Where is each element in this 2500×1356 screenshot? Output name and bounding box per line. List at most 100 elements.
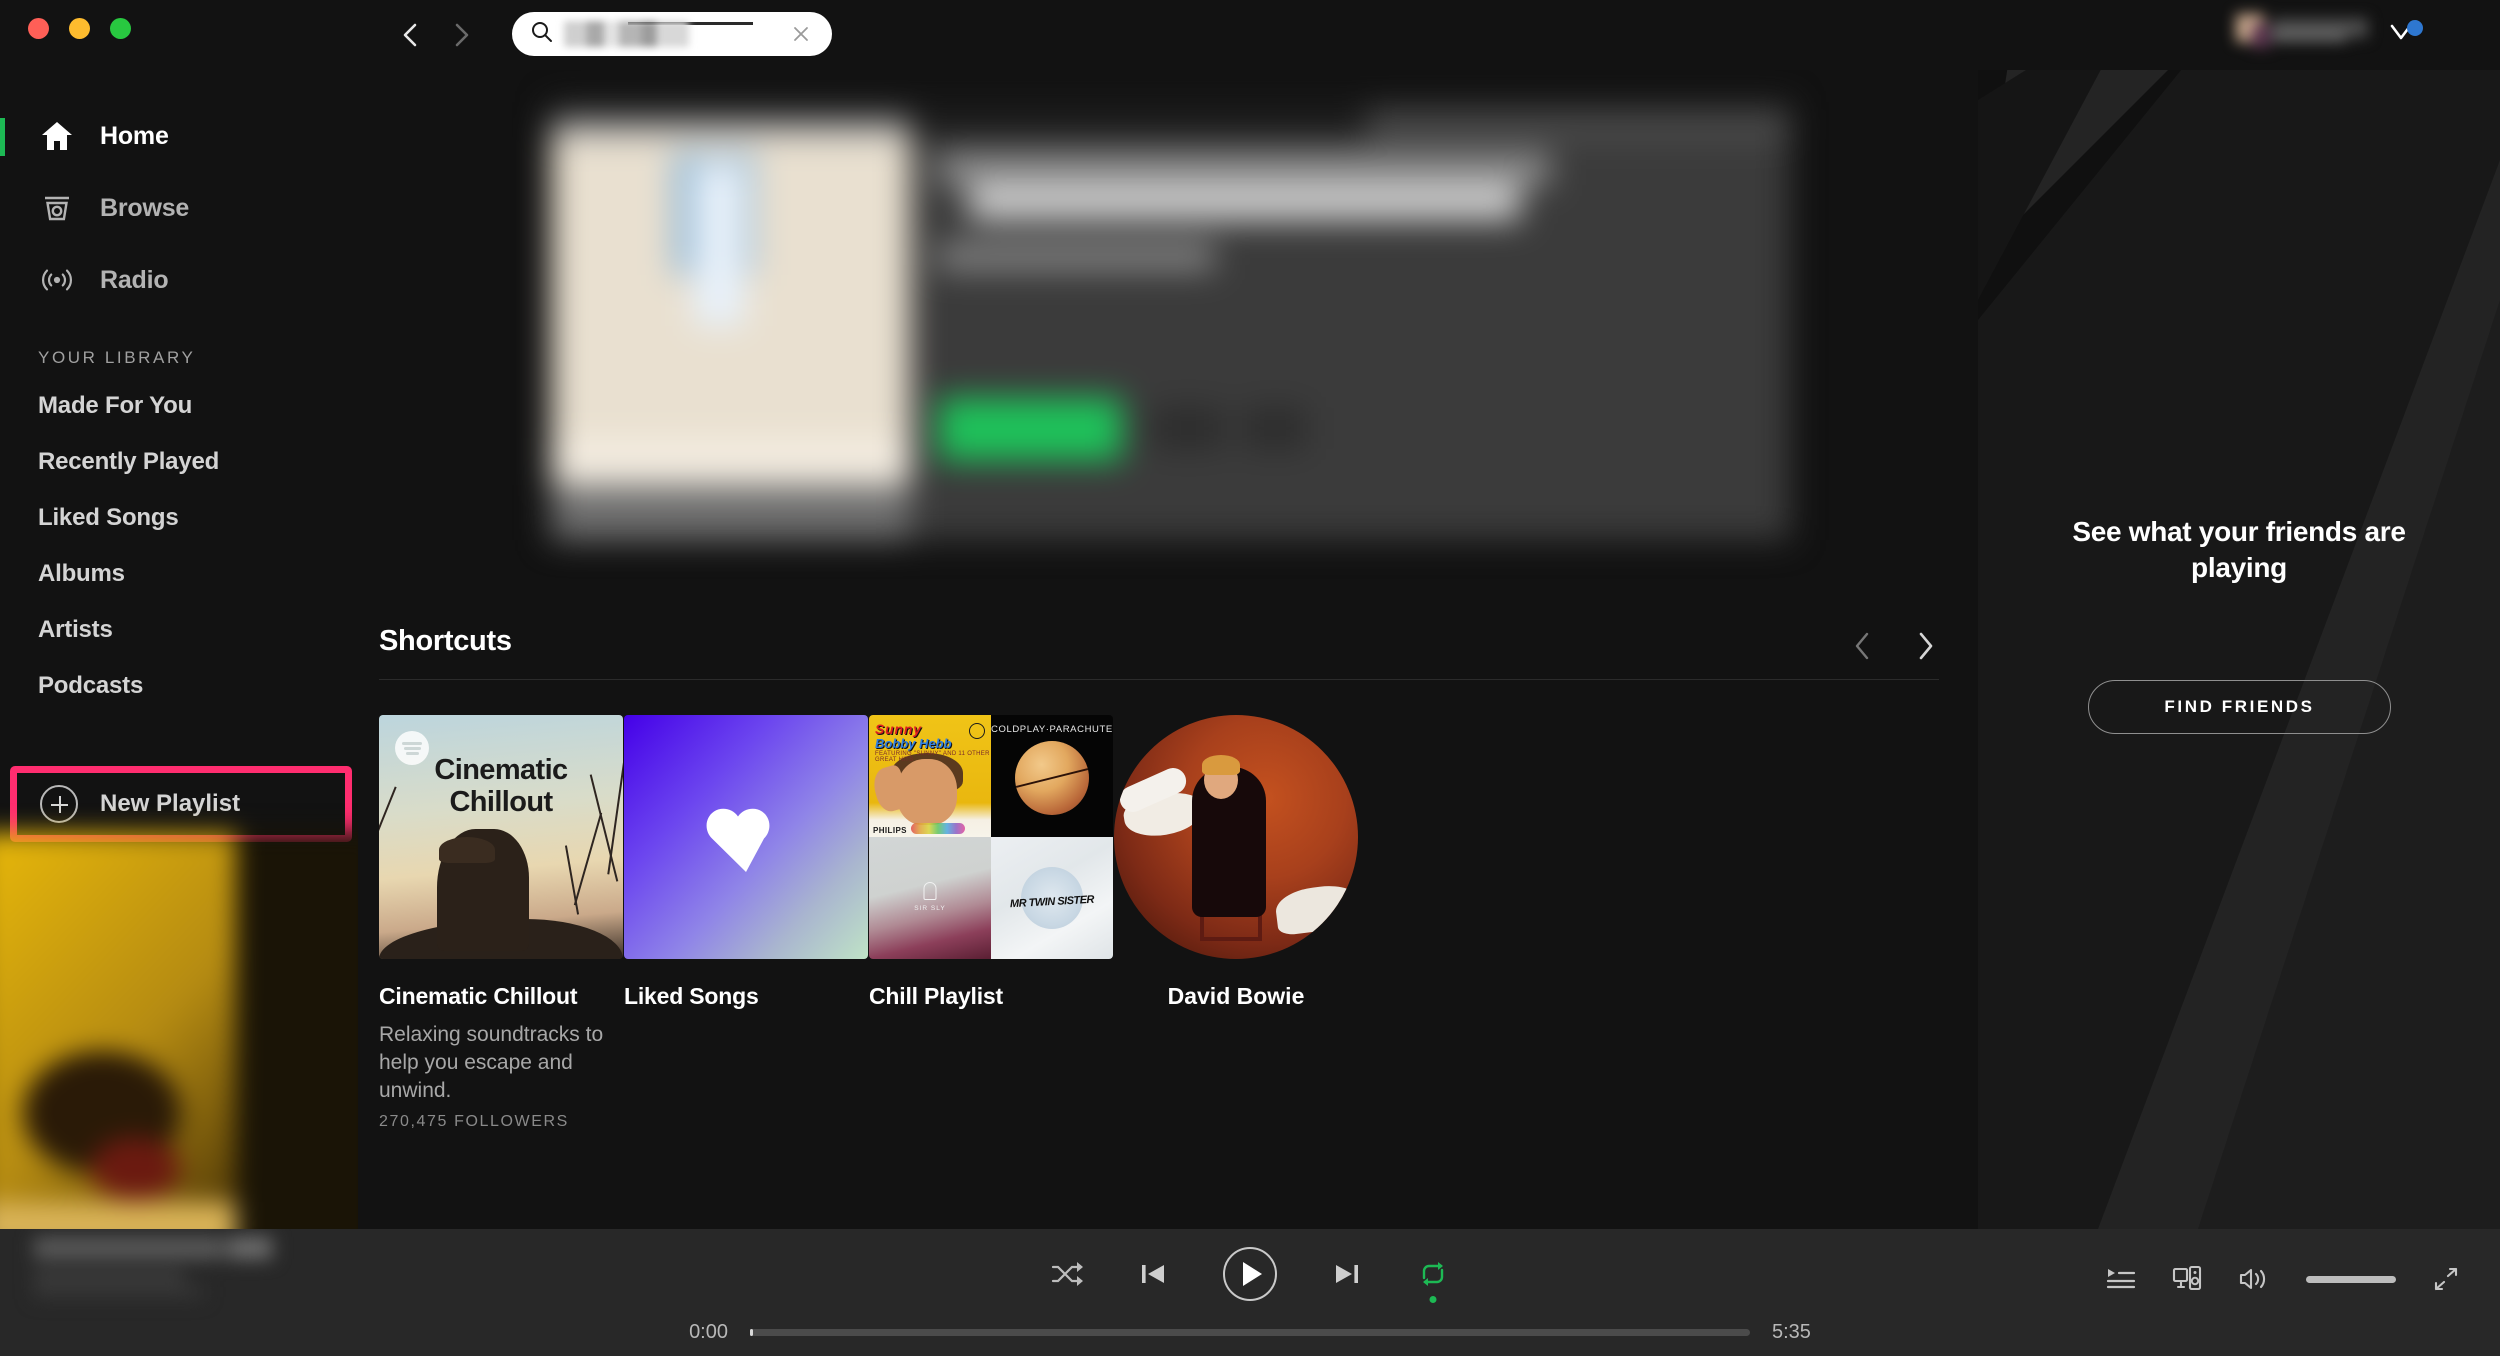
sidebar-item-browse-label: Browse xyxy=(100,193,190,222)
carousel-arrows xyxy=(1850,627,1938,670)
sidebar-album-art-thumbnail xyxy=(0,832,358,1229)
chevron-down-icon[interactable] xyxy=(2384,16,2430,50)
skip-previous-icon xyxy=(1142,1265,1164,1283)
card-artwork xyxy=(624,715,868,959)
philips-logo-icon xyxy=(969,723,985,739)
minimize-window-button[interactable] xyxy=(69,18,90,39)
card-title: Liked Songs xyxy=(624,983,759,1009)
fullscreen-button[interactable] xyxy=(2432,1266,2460,1292)
sidebar-item-liked-songs[interactable]: Liked Songs xyxy=(0,490,358,546)
card-art-hat xyxy=(439,837,495,863)
card-art-text-line2: Chillout xyxy=(449,785,553,818)
progress-slider[interactable] xyxy=(750,1329,1750,1336)
friend-activity-title: See what your friends are playing xyxy=(2072,516,2406,584)
sidebar-item-albums[interactable]: Albums xyxy=(0,546,358,602)
sidebar-item-recently-played[interactable]: Recently Played xyxy=(0,434,358,490)
radio-icon xyxy=(40,264,84,296)
friend-activity-panel: See what your friends are playing FIND F… xyxy=(1978,0,2500,1229)
elapsed-time: 0:00 xyxy=(689,1321,728,1343)
collage-label-stripe xyxy=(911,823,965,834)
volume-button[interactable] xyxy=(2238,1266,2270,1292)
card-artwork-circular xyxy=(1114,715,1358,959)
volume-slider[interactable] xyxy=(2306,1275,2396,1283)
repeat-button[interactable] xyxy=(1417,1260,1449,1303)
skip-next-icon xyxy=(1336,1265,1358,1283)
carousel-next-button[interactable] xyxy=(1912,627,1938,670)
carousel-prev-button[interactable] xyxy=(1850,627,1876,670)
home-icon xyxy=(40,120,84,152)
progress-row: 0:00 5:35 xyxy=(0,1321,2500,1344)
zoom-window-button[interactable] xyxy=(110,18,131,39)
next-button[interactable] xyxy=(1332,1259,1362,1289)
collage-label-name: PHILIPS xyxy=(873,826,907,835)
queue-icon xyxy=(2106,1269,2136,1289)
collage-tile-parachutes: COLDPLAY·PARACHUTES xyxy=(991,715,1113,837)
find-friends-button[interactable]: FIND FRIENDS xyxy=(2088,680,2391,734)
card-description: Relaxing soundtracks to help you escape … xyxy=(379,1023,604,1102)
sidebar-item-podcasts[interactable]: Podcasts xyxy=(0,658,358,714)
shortcut-card-chill-playlist[interactable]: Sunny Bobby Hebb FEATURING "SUNNY" AND 1… xyxy=(869,715,1113,1010)
section-title-shortcuts: Shortcuts xyxy=(379,625,512,657)
connect-device-button[interactable] xyxy=(2172,1265,2202,1293)
sidebar-item-artists[interactable]: Artists xyxy=(0,602,358,658)
queue-button[interactable] xyxy=(2106,1266,2136,1292)
collage-subtext: FEATURING "SUNNY" AND 11 OTHER GREAT HIT… xyxy=(875,751,990,763)
sidebar-item-radio[interactable]: Radio xyxy=(0,244,358,316)
card-follower-count: 270,475 FOLLOWERS xyxy=(379,1112,569,1130)
sidebar: Home Browse Radio YOUR LIBRARY Made For … xyxy=(0,0,358,1229)
close-window-button[interactable] xyxy=(28,18,49,39)
shuffle-icon xyxy=(1051,1262,1083,1286)
hero-banner-redacted[interactable] xyxy=(550,101,1791,541)
section-divider xyxy=(379,679,1939,680)
search-icon xyxy=(530,20,554,49)
volume-icon xyxy=(2239,1268,2266,1290)
new-playlist-inner: New Playlist xyxy=(10,785,240,823)
shortcut-card-cinematic-chillout[interactable]: Cinematic Chillout Cinematic Chillout Re… xyxy=(379,715,623,1131)
collage-globe-art xyxy=(1015,741,1089,816)
top-navigation-bar xyxy=(358,0,2500,70)
repeat-icon xyxy=(1422,1262,1444,1286)
search-input[interactable] xyxy=(512,12,832,56)
shuffle-button[interactable] xyxy=(1051,1259,1083,1289)
play-icon xyxy=(1243,1262,1262,1286)
library-list: Made For You Recently Played Liked Songs… xyxy=(0,378,358,714)
plus-circle-icon xyxy=(40,785,78,823)
player-bar: 0:00 5:35 xyxy=(0,1229,2500,1356)
collage-caption: SIR SLY xyxy=(914,905,946,913)
panel-decorative-shapes xyxy=(1978,0,2500,1229)
new-playlist-button[interactable]: New Playlist xyxy=(10,766,352,842)
shortcut-card-liked-songs[interactable]: Liked Songs xyxy=(624,715,868,1010)
forward-button[interactable] xyxy=(440,14,482,56)
collage-artist-name: Bobby Hebb xyxy=(875,736,952,751)
close-icon[interactable] xyxy=(790,23,812,50)
collage-album-title: Sunny xyxy=(875,721,922,737)
library-label: Albums xyxy=(38,560,125,587)
shortcut-card-david-bowie[interactable]: David Bowie xyxy=(1114,715,1358,1010)
library-heading: YOUR LIBRARY xyxy=(38,348,196,367)
sidebar-item-home[interactable]: Home xyxy=(0,100,358,172)
player-secondary-controls xyxy=(2106,1265,2460,1293)
sidebar-item-radio-label: Radio xyxy=(100,265,169,294)
card-artwork: Cinematic Chillout xyxy=(379,715,623,959)
library-label: Liked Songs xyxy=(38,504,179,531)
card-title: Cinematic Chillout xyxy=(379,983,578,1009)
collage-glyph-icon xyxy=(923,881,937,900)
window-traffic-lights xyxy=(28,18,131,39)
user-account-name-redacted[interactable] xyxy=(2228,8,2378,50)
collage-tile-sir-sly: SIR SLY xyxy=(869,837,991,959)
library-label: Recently Played xyxy=(38,448,220,475)
main-content: Shortcuts Cinematic Chillout Cinematic C… xyxy=(358,70,1978,1229)
back-button[interactable] xyxy=(390,14,432,56)
sidebar-item-made-for-you[interactable]: Made For You xyxy=(0,378,358,434)
card-title: David Bowie xyxy=(1167,983,1305,1009)
sidebar-item-browse[interactable]: Browse xyxy=(0,172,358,244)
previous-button[interactable] xyxy=(1138,1259,1168,1289)
total-time: 5:35 xyxy=(1772,1321,1811,1343)
browse-icon xyxy=(40,192,84,224)
primary-nav: Home Browse Radio xyxy=(0,100,358,316)
play-button[interactable] xyxy=(1223,1247,1277,1301)
library-label: Artists xyxy=(38,616,113,643)
card-art-text: Cinematic Chillout xyxy=(379,754,623,819)
collage-caption: MR TWIN SISTER xyxy=(1009,893,1095,910)
collage-tile-mr-twin-sister: MR TWIN SISTER xyxy=(991,837,1113,959)
